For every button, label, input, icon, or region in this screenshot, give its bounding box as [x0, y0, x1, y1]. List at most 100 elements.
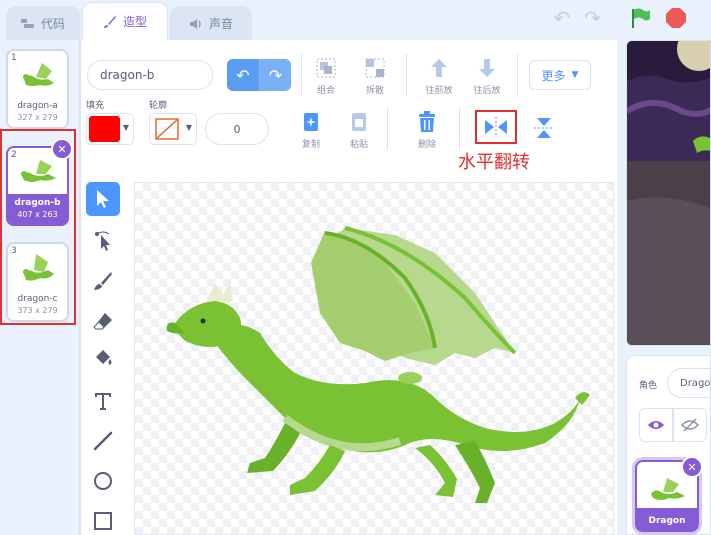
fill-tool[interactable]: [86, 342, 120, 376]
fill-swatch: [89, 116, 120, 142]
dragon-thumbnail-icon: [23, 63, 54, 86]
flip-horizontal-highlight: [475, 110, 517, 144]
chevron-down-icon: ▼: [571, 70, 579, 80]
callout-label: 水平翻转: [458, 152, 530, 173]
ungroup-icon: [365, 58, 385, 78]
tab-sounds-label: 声音: [208, 17, 233, 31]
redo-icon[interactable]: ↷: [584, 6, 601, 30]
copy-button[interactable]: 复制: [289, 110, 333, 150]
paintbrush-icon: [103, 15, 116, 28]
fill-label: 填充: [86, 101, 105, 111]
circle-icon: [94, 472, 112, 490]
text-icon: [95, 393, 111, 410]
eye-off-icon: [681, 418, 699, 432]
eye-icon: [648, 421, 664, 429]
delete-label: 删除: [417, 140, 436, 150]
outline-swatch: [152, 116, 183, 142]
costume-number: 1: [11, 53, 17, 63]
paint-bucket-icon: [96, 350, 112, 365]
undo-icon[interactable]: ↶: [553, 6, 570, 30]
flip-vertical-icon: [534, 118, 554, 138]
tab-costumes-label: 造型: [122, 15, 147, 29]
divider: [387, 108, 388, 150]
cursor-icon: [97, 190, 109, 208]
circle-tool[interactable]: [86, 464, 120, 498]
editor-undo-button[interactable]: ↶: [227, 59, 259, 91]
outline-color-picker[interactable]: ▼: [149, 113, 197, 145]
show-sprite-button[interactable]: [639, 408, 673, 442]
costume-list: 1 dragon-a 327 x 279 2 dragon-b 407 x 26…: [0, 40, 80, 535]
stage-backdrop: [627, 41, 710, 345]
sprite-label: 角色: [639, 381, 658, 391]
eraser-tool[interactable]: [86, 304, 120, 338]
paint-canvas[interactable]: [134, 182, 614, 535]
editor-tabs: 代码 造型 声音 ↶ ↷: [0, 0, 711, 40]
undo-redo-group: ↶ ↷: [227, 59, 291, 91]
reshape-tool[interactable]: [86, 224, 120, 258]
select-tool[interactable]: [86, 182, 120, 216]
flip-vertical-button[interactable]: [533, 116, 555, 143]
paste-label: 粘贴: [349, 140, 368, 150]
stage-preview[interactable]: [626, 40, 711, 346]
editor-redo-button[interactable]: ↷: [259, 59, 291, 91]
stop-icon[interactable]: [665, 7, 687, 29]
code-icon: [20, 18, 34, 28]
group-icon: [316, 58, 336, 78]
fill-color-picker[interactable]: ▼: [86, 113, 134, 145]
brush-tool[interactable]: [86, 264, 120, 298]
divider: [517, 54, 518, 96]
paint-editor: dragon-b ↶ ↷ 组合 拆散 往前放 往后放 更多 ▼ 填充 ▼ 轮廓 …: [80, 40, 617, 535]
sprite-name-input[interactable]: Dragon: [667, 368, 711, 398]
costume-item[interactable]: 1 dragon-a 327 x 279: [6, 49, 69, 129]
backward-button[interactable]: 往后放: [465, 56, 509, 96]
divider: [301, 54, 302, 96]
sprite-name: Dragon: [648, 516, 686, 526]
ungroup-button[interactable]: 拆散: [353, 56, 397, 96]
reshape-icon: [95, 231, 110, 251]
hide-sprite-button[interactable]: [673, 408, 707, 442]
more-label: 更多: [541, 68, 566, 83]
group-label: 组合: [316, 86, 335, 96]
eraser-icon: [93, 313, 112, 330]
divider: [459, 108, 460, 150]
rectangle-tool[interactable]: [86, 504, 120, 535]
paste-button[interactable]: 粘贴: [337, 110, 381, 150]
chevron-down-icon: ▼: [185, 123, 192, 132]
tab-costumes[interactable]: 造型: [82, 2, 168, 40]
paste-icon: [352, 113, 366, 131]
forward-label: 往前放: [425, 86, 453, 96]
trash-icon: [419, 111, 435, 132]
line-tool[interactable]: [86, 424, 120, 458]
sprite-info-panel: 角色 Dragon Dragon ✕: [626, 355, 711, 535]
brush-icon: [94, 272, 112, 290]
delete-button[interactable]: 删除: [405, 110, 449, 150]
speaker-icon: [189, 18, 201, 29]
tab-code-label: 代码: [40, 17, 65, 31]
ungroup-label: 拆散: [365, 86, 384, 96]
dragon-sprite-icon: [651, 478, 685, 500]
dragon-image: [166, 226, 590, 503]
group-button[interactable]: 组合: [304, 56, 348, 96]
top-controls: ↶ ↷: [553, 4, 711, 32]
arrow-up-icon: [431, 59, 447, 77]
more-button[interactable]: 更多 ▼: [529, 60, 591, 90]
costume-name: dragon-a: [17, 101, 58, 111]
line-icon: [93, 431, 113, 451]
backward-label: 往后放: [473, 86, 501, 96]
tab-code[interactable]: 代码: [6, 6, 80, 40]
costume-name-input[interactable]: dragon-b: [87, 60, 213, 90]
highlight-box: [0, 129, 76, 325]
green-flag-icon[interactable]: [629, 7, 651, 29]
costume-size: 327 x 279: [17, 113, 58, 122]
divider: [406, 54, 407, 96]
delete-sprite-icon[interactable]: ✕: [681, 456, 703, 478]
text-tool[interactable]: [86, 384, 120, 418]
forward-button[interactable]: 往前放: [417, 56, 461, 96]
copy-icon: [304, 113, 318, 131]
arrow-down-icon: [479, 59, 495, 77]
outline-width-input[interactable]: 0: [205, 113, 269, 145]
chevron-down-icon: ▼: [122, 123, 129, 132]
rectangle-icon: [94, 512, 112, 530]
tab-sounds[interactable]: 声音: [170, 6, 252, 40]
copy-label: 复制: [301, 140, 320, 150]
